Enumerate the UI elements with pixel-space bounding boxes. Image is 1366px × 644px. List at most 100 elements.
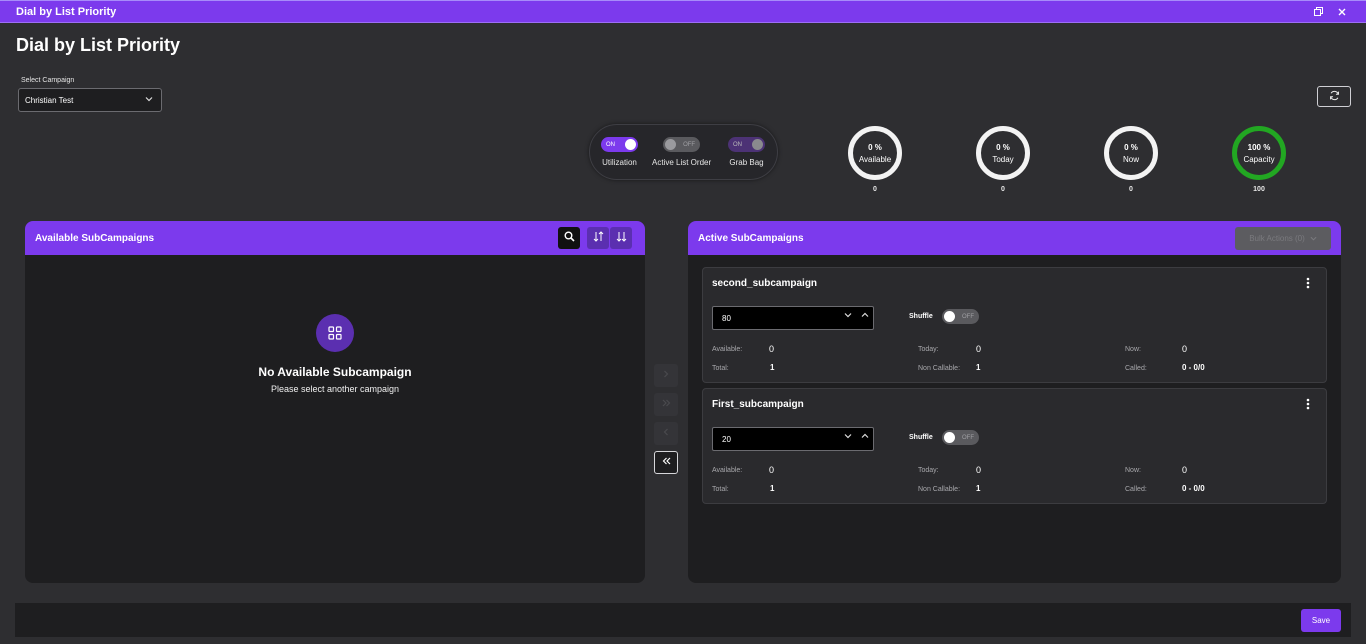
bulk-actions-label: Bulk Actions (0): [1249, 234, 1305, 243]
chevron-up-icon[interactable]: [861, 311, 869, 321]
chevron-down-icon: [145, 95, 153, 105]
switch-knob: [665, 139, 677, 150]
grab-bag-switch[interactable]: ON: [728, 137, 765, 152]
move-all-right-button[interactable]: [654, 393, 678, 416]
gauge-label: Today: [992, 154, 1014, 164]
priority-input[interactable]: 20: [712, 427, 874, 451]
chevron-down-icon[interactable]: [844, 432, 852, 442]
now-label: Now:: [1125, 346, 1141, 353]
called-value: 0 - 0/0: [1182, 484, 1205, 493]
refresh-button[interactable]: [1317, 86, 1351, 107]
shuffle-label: Shuffle: [909, 434, 933, 441]
bulk-actions-button[interactable]: Bulk Actions (0): [1235, 227, 1331, 250]
chevron-right-icon: [662, 370, 670, 381]
campaign-label: Select Campaign: [21, 77, 75, 84]
active-panel-header: Active SubCampaigns Bulk Actions (0): [688, 221, 1341, 255]
total-value: 1: [770, 363, 775, 372]
chevron-down-icon: [1310, 236, 1317, 241]
page-title: Dial by List Priority: [16, 35, 181, 55]
gauge-value: 0: [873, 186, 877, 193]
subcampaign-card: second_subcampaign 80 Shuffle OFF Availa…: [702, 267, 1327, 383]
subcampaign-card: First_subcampaign 20 Shuffle OFF Availab…: [702, 388, 1327, 504]
shuffle-switch[interactable]: OFF: [942, 430, 979, 445]
called-label: Called:: [1125, 486, 1147, 493]
non-callable-value: 1: [976, 363, 981, 372]
toggle-label: Utilization: [602, 158, 637, 167]
available-label: Available:: [712, 467, 743, 474]
subcampaign-name: First_subcampaign: [712, 399, 804, 410]
gauge-label: Now: [1122, 154, 1139, 164]
gauge-label: Capacity: [1243, 154, 1275, 164]
gauge-available: 0 % Available: [848, 126, 902, 180]
active-panel-title: Active SubCampaigns: [698, 232, 804, 244]
active-subcampaigns-panel: Active SubCampaigns Bulk Actions (0) sec…: [688, 221, 1341, 583]
shuffle-switch[interactable]: OFF: [942, 309, 979, 324]
gauge-percent: 0 %: [868, 142, 882, 152]
window-titlebar: Dial by List Priority: [0, 0, 1366, 23]
close-icon[interactable]: [1330, 2, 1354, 22]
available-panel-title: Available SubCampaigns: [35, 232, 155, 244]
non-callable-label: Non Callable:: [918, 365, 961, 372]
refresh-icon: [1329, 88, 1340, 106]
now-label: Now:: [1125, 467, 1141, 474]
switch-state: ON: [606, 141, 615, 148]
available-panel-header: Available SubCampaigns: [25, 221, 645, 255]
switch-state: OFF: [962, 434, 974, 441]
available-label: Available:: [712, 346, 743, 353]
sort-desc-button[interactable]: [610, 227, 632, 249]
gauge-value: 100: [1253, 186, 1265, 193]
toggle-panel: ON Utilization OFF Active List Order ON …: [589, 124, 778, 180]
called-label: Called:: [1125, 365, 1147, 372]
gauge-value: 0: [1001, 186, 1005, 193]
toggle-label: Grab Bag: [729, 158, 764, 167]
gauge-value: 0: [1129, 186, 1133, 193]
chevron-up-icon[interactable]: [861, 432, 869, 442]
window-title: Dial by List Priority: [16, 5, 117, 18]
non-callable-value: 1: [976, 484, 981, 493]
called-value: 0 - 0/0: [1182, 363, 1205, 372]
empty-state: No Available Subcampaign Please select a…: [25, 314, 645, 394]
double-chevron-left-icon: [662, 457, 671, 468]
gauge-now: 0 % Now: [1104, 126, 1158, 180]
switch-state: OFF: [683, 141, 696, 148]
move-left-button[interactable]: [654, 422, 678, 445]
footer-bar: Save: [15, 603, 1351, 637]
gauge-today: 0 % Today: [976, 126, 1030, 180]
gauge-label: Available: [858, 154, 892, 164]
kebab-icon[interactable]: [1306, 398, 1310, 413]
move-all-left-button[interactable]: [654, 451, 678, 474]
save-button[interactable]: Save: [1301, 609, 1341, 632]
shuffle-label: Shuffle: [909, 313, 933, 320]
today-label: Today:: [918, 467, 939, 474]
search-button[interactable]: [558, 227, 580, 249]
empty-subtitle: Please select another campaign: [270, 384, 400, 394]
toggle-grab-bag: ON Grab Bag: [728, 137, 765, 167]
chevron-left-icon: [662, 428, 670, 439]
priority-input[interactable]: 80: [712, 306, 874, 330]
available-value: 0: [769, 344, 775, 354]
toggle-utilization: ON Utilization: [601, 137, 638, 167]
campaign-select[interactable]: Christian Test: [18, 88, 162, 112]
switch-knob: [625, 139, 636, 150]
double-chevron-right-icon: [662, 399, 671, 410]
kebab-icon[interactable]: [1306, 277, 1310, 292]
sort-asc-button[interactable]: [587, 227, 609, 249]
move-right-button[interactable]: [654, 364, 678, 387]
subcampaign-name: second_subcampaign: [712, 278, 818, 289]
toggle-active-list-order: OFF Active List Order: [652, 137, 711, 167]
chevron-down-icon[interactable]: [844, 311, 852, 321]
utilization-switch[interactable]: ON: [601, 137, 638, 152]
total-label: Total:: [712, 365, 729, 372]
campaign-value: Christian Test: [25, 95, 74, 105]
switch-knob: [944, 311, 955, 322]
today-value: 0: [976, 344, 982, 354]
gauge-percent: 0 %: [996, 142, 1010, 152]
total-value: 1: [770, 484, 775, 493]
grid-icon: [316, 314, 354, 352]
today-value: 0: [976, 465, 982, 475]
active-list-order-switch[interactable]: OFF: [663, 137, 701, 152]
sort-desc-icon: [616, 231, 627, 245]
switch-knob: [752, 139, 763, 150]
restore-icon[interactable]: [1306, 2, 1330, 22]
switch-state: ON: [733, 141, 742, 148]
